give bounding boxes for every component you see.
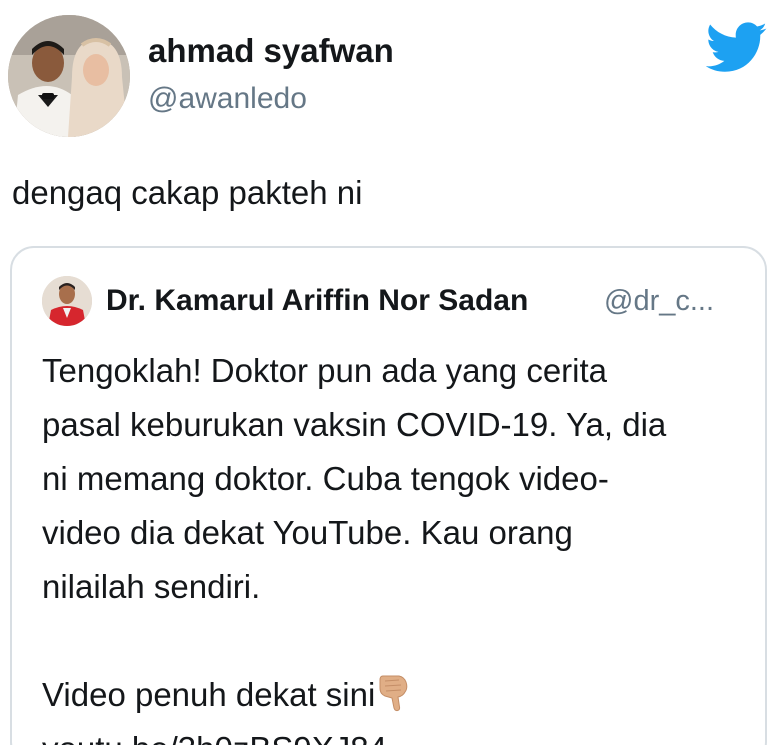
tweet-text: dengaq cakap pakteh ni bbox=[12, 174, 363, 211]
quoted-text-line: ni memang doktor. Cuba tengok video- bbox=[42, 460, 609, 497]
author-display-name[interactable]: ahmad syafwan bbox=[148, 32, 394, 70]
author-handle[interactable]: @awanledo bbox=[148, 82, 307, 116]
quoted-tweet-card[interactable]: Dr. Kamarul Ariffin Nor Sadan @dr_c... T… bbox=[10, 246, 767, 745]
quoted-avatar-photo bbox=[42, 276, 92, 326]
backhand-index-pointing-down-icon bbox=[377, 672, 413, 712]
quoted-author-display-name[interactable]: Dr. Kamarul Ariffin Nor Sadan bbox=[106, 284, 528, 318]
quoted-text-spacer bbox=[42, 614, 742, 668]
quoted-link-intro: Video penuh dekat sini bbox=[42, 676, 376, 713]
quoted-link-intro-line: Video penuh dekat sini bbox=[42, 668, 742, 722]
author-avatar[interactable] bbox=[8, 15, 130, 137]
quoted-text-line: video dia dekat YouTube. Kau orang bbox=[42, 514, 573, 551]
twitter-bird-icon[interactable] bbox=[705, 22, 768, 74]
quoted-text-line: nilailah sendiri. bbox=[42, 568, 261, 605]
quoted-tweet-body: Tengoklah! Doktor pun ada yang cerita pa… bbox=[42, 344, 742, 745]
quoted-text-line: Tengoklah! Doktor pun ada yang cerita bbox=[42, 352, 608, 389]
quoted-text-line: pasal keburukan vaksin COVID-19. Ya, dia bbox=[42, 406, 667, 443]
quoted-author-handle[interactable]: @dr_c... bbox=[604, 285, 714, 318]
quoted-author-avatar[interactable] bbox=[42, 276, 92, 326]
author-avatar-photo bbox=[8, 15, 130, 137]
quoted-link[interactable]: youtu.be/3h0zBS9XJ84 bbox=[42, 722, 742, 745]
